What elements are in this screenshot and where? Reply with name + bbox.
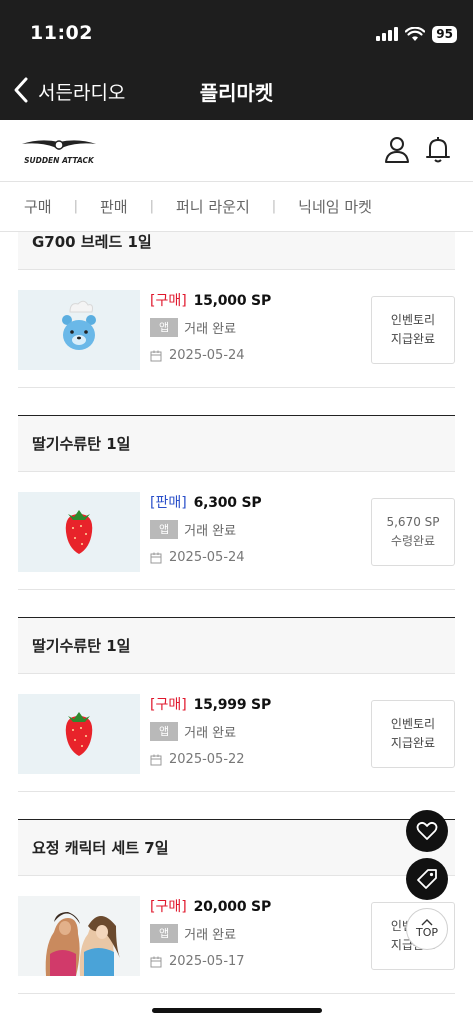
tab-divider: | xyxy=(149,199,154,214)
transaction-card[interactable]: 요정 캐릭터 세트 7일 [구매] 20,000 SP 앱 거래 완료 2025… xyxy=(18,820,455,1022)
tab-sell[interactable]: 판매 xyxy=(100,196,128,217)
card-divider xyxy=(18,590,455,618)
card-divider xyxy=(18,792,455,820)
bear-icon xyxy=(62,300,96,350)
price-line: [구매] 15,000 SP xyxy=(150,290,271,310)
bell-icon[interactable] xyxy=(425,135,451,165)
home-indicator xyxy=(152,1008,322,1013)
page-title: 플리마켓 xyxy=(199,81,274,105)
delivery-status-line2: 수령완료 xyxy=(390,534,436,548)
wishlist-button[interactable] xyxy=(406,810,448,852)
tab-nickname-market[interactable]: 닉네임 마켓 xyxy=(298,196,372,217)
strawberry-icon xyxy=(65,510,93,554)
delivery-status-line1: 5,670 SP xyxy=(386,515,440,529)
delivery-status-line2: 지급완료 xyxy=(390,332,436,346)
item-thumbnail xyxy=(18,896,140,976)
calendar-icon xyxy=(150,552,162,563)
top-bar: 11:02 95 서든라디오 플리마켓 xyxy=(0,0,473,120)
card-divider xyxy=(18,388,455,416)
price-line: [구매] 20,000 SP xyxy=(150,896,271,916)
heart-icon xyxy=(416,821,438,840)
price-line: [판매] 6,300 SP xyxy=(150,492,262,512)
date-line: 2025-05-24 xyxy=(150,550,245,565)
trade-date: 2025-05-17 xyxy=(169,954,245,969)
strawberry-icon xyxy=(65,712,93,756)
item-title: G700 브레드 1일 xyxy=(18,232,455,270)
app-badge: 앱 xyxy=(150,318,179,337)
item-price: 20,000 SP xyxy=(193,899,272,915)
wifi-icon xyxy=(405,26,426,41)
svg-text:SUDDEN ATTACK: SUDDEN ATTACK xyxy=(24,156,95,165)
chevron-up-icon xyxy=(421,919,433,926)
transaction-body: [판매] 6,300 SP 앱 거래 완료 2025-05-24 5,670 S… xyxy=(18,472,455,590)
trade-type-tag: [구매] xyxy=(150,293,187,309)
price-line: [구매] 15,999 SP xyxy=(150,694,271,714)
tag-icon xyxy=(417,869,437,889)
item-title: 요정 캐릭터 세트 7일 xyxy=(18,820,455,876)
price-tag-button[interactable] xyxy=(406,858,448,900)
item-price: 15,000 SP xyxy=(193,293,272,309)
item-price: 15,999 SP xyxy=(193,697,272,713)
delivery-status-box[interactable]: 인벤토리 지급완료 xyxy=(371,296,455,364)
tab-buy[interactable]: 구매 xyxy=(24,196,52,217)
transaction-body: [구매] 15,999 SP 앱 거래 완료 2025-05-22 인벤토리 지… xyxy=(18,674,455,792)
transaction-card[interactable]: 딸기수류탄 1일 [구매] 15,999 SP 앱 거래 완료 2025-05-… xyxy=(18,618,455,820)
item-price: 6,300 SP xyxy=(193,495,262,511)
site-header: SUDDEN ATTACK xyxy=(0,120,473,182)
tab-divider: | xyxy=(271,199,277,214)
trade-date: 2025-05-22 xyxy=(169,752,245,767)
delivery-status-line1: 인벤토리 xyxy=(390,313,436,327)
status-line: 앱 거래 완료 xyxy=(150,924,236,943)
date-line: 2025-05-22 xyxy=(150,752,245,767)
delivery-status-box[interactable]: 5,670 SP 수령완료 xyxy=(371,498,455,566)
calendar-icon xyxy=(150,350,162,361)
battery-indicator: 95 xyxy=(432,25,457,43)
trade-type-tag: [구매] xyxy=(150,697,187,713)
status-line: 앱 거래 완료 xyxy=(150,318,236,337)
sudden-attack-logo[interactable]: SUDDEN ATTACK xyxy=(20,136,98,166)
trade-status: 거래 완료 xyxy=(184,524,237,539)
date-line: 2025-05-24 xyxy=(150,348,245,363)
transaction-body: [구매] 20,000 SP 앱 거래 완료 2025-05-17 인벤토리 지… xyxy=(18,876,455,994)
item-thumbnail xyxy=(18,492,140,572)
trade-status: 거래 완료 xyxy=(184,928,237,943)
tab-funny-lounge[interactable]: 퍼니 라운지 xyxy=(176,196,250,217)
scroll-top-label: TOP xyxy=(415,926,438,939)
item-title: 딸기수류탄 1일 xyxy=(18,618,455,674)
status-icons: 95 xyxy=(376,24,457,44)
app-badge: 앱 xyxy=(150,520,179,539)
transaction-card[interactable]: G700 브레드 1일 [구매] 15,000 SP 앱 거래 완료 2025-… xyxy=(18,232,455,416)
calendar-icon xyxy=(150,754,162,765)
app-badge: 앱 xyxy=(150,924,179,943)
delivery-status-box[interactable]: 인벤토리 지급완료 xyxy=(371,700,455,768)
calendar-icon xyxy=(150,956,162,967)
tab-divider: | xyxy=(73,199,78,214)
character-image xyxy=(45,912,120,976)
market-tabs: 구매 | 판매 | 퍼니 라운지 | 닉네임 마켓 xyxy=(0,182,473,232)
delivery-status-line2: 지급완료 xyxy=(390,736,436,750)
user-icon[interactable] xyxy=(384,136,410,164)
status-line: 앱 거래 완료 xyxy=(150,722,236,741)
trade-date: 2025-05-24 xyxy=(169,550,245,565)
status-line: 앱 거래 완료 xyxy=(150,520,236,539)
status-time: 11:02 xyxy=(30,22,93,44)
trade-status: 거래 완료 xyxy=(184,322,237,337)
trade-status: 거래 완료 xyxy=(184,726,237,741)
transaction-list: G700 브레드 1일 [구매] 15,000 SP 앱 거래 완료 2025-… xyxy=(18,232,455,1024)
trade-type-tag: [판매] xyxy=(150,495,187,511)
scroll-top-button[interactable]: TOP xyxy=(406,908,448,950)
trade-date: 2025-05-24 xyxy=(169,348,245,363)
item-title: 딸기수류탄 1일 xyxy=(18,416,455,472)
delivery-status-line1: 인벤토리 xyxy=(390,717,436,731)
item-thumbnail xyxy=(18,694,140,774)
item-thumbnail xyxy=(18,290,140,370)
transaction-card[interactable]: 딸기수류탄 1일 [판매] 6,300 SP 앱 거래 완료 2025-05-2… xyxy=(18,416,455,618)
trade-type-tag: [구매] xyxy=(150,899,187,915)
date-line: 2025-05-17 xyxy=(150,954,245,969)
app-badge: 앱 xyxy=(150,722,179,741)
signal-icon xyxy=(376,27,399,41)
transaction-body: [구매] 15,000 SP 앱 거래 완료 2025-05-24 인벤토리 지… xyxy=(18,270,455,388)
